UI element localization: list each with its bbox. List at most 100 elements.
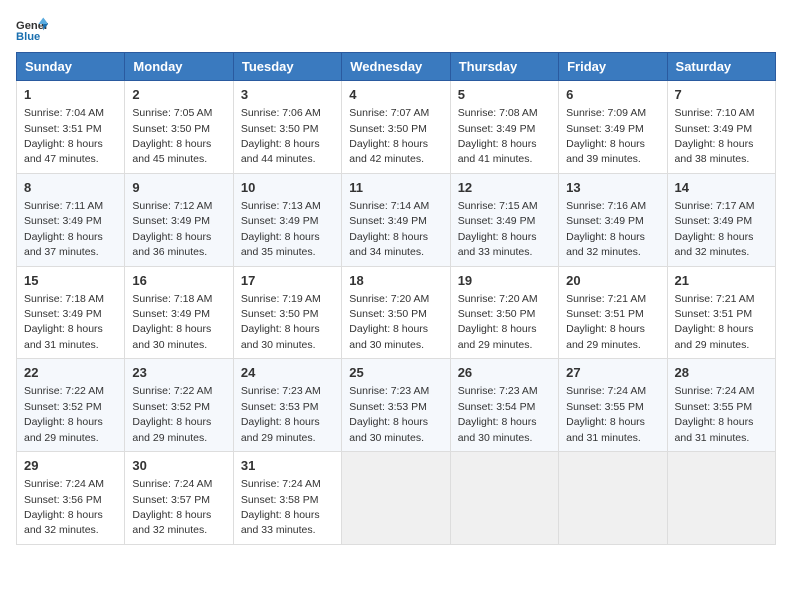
day-number: 19 (458, 272, 551, 290)
calendar-cell: 30 Sunrise: 7:24 AM Sunset: 3:57 PM Dayl… (125, 452, 233, 545)
day-number: 15 (24, 272, 117, 290)
day-info: Sunrise: 7:19 AM Sunset: 3:50 PM Dayligh… (241, 293, 321, 351)
day-number: 31 (241, 457, 334, 475)
calendar-cell: 29 Sunrise: 7:24 AM Sunset: 3:56 PM Dayl… (17, 452, 125, 545)
day-number: 18 (349, 272, 442, 290)
calendar-cell: 23 Sunrise: 7:22 AM Sunset: 3:52 PM Dayl… (125, 359, 233, 452)
calendar-cell: 26 Sunrise: 7:23 AM Sunset: 3:54 PM Dayl… (450, 359, 558, 452)
calendar-cell (450, 452, 558, 545)
calendar-cell: 31 Sunrise: 7:24 AM Sunset: 3:58 PM Dayl… (233, 452, 341, 545)
day-info: Sunrise: 7:05 AM Sunset: 3:50 PM Dayligh… (132, 107, 212, 165)
calendar-cell: 9 Sunrise: 7:12 AM Sunset: 3:49 PM Dayli… (125, 173, 233, 266)
day-info: Sunrise: 7:23 AM Sunset: 3:54 PM Dayligh… (458, 385, 538, 443)
day-info: Sunrise: 7:04 AM Sunset: 3:51 PM Dayligh… (24, 107, 104, 165)
day-number: 16 (132, 272, 225, 290)
day-info: Sunrise: 7:20 AM Sunset: 3:50 PM Dayligh… (349, 293, 429, 351)
svg-text:Blue: Blue (16, 31, 40, 43)
day-number: 7 (675, 86, 768, 104)
calendar-cell: 18 Sunrise: 7:20 AM Sunset: 3:50 PM Dayl… (342, 266, 450, 359)
calendar-header-sunday: Sunday (17, 53, 125, 81)
calendar-cell: 14 Sunrise: 7:17 AM Sunset: 3:49 PM Dayl… (667, 173, 775, 266)
day-number: 8 (24, 179, 117, 197)
logo: General Blue (16, 16, 48, 44)
day-number: 29 (24, 457, 117, 475)
calendar-week-row: 22 Sunrise: 7:22 AM Sunset: 3:52 PM Dayl… (17, 359, 776, 452)
day-info: Sunrise: 7:14 AM Sunset: 3:49 PM Dayligh… (349, 200, 429, 258)
day-info: Sunrise: 7:17 AM Sunset: 3:49 PM Dayligh… (675, 200, 755, 258)
day-info: Sunrise: 7:24 AM Sunset: 3:58 PM Dayligh… (241, 478, 321, 536)
day-number: 13 (566, 179, 659, 197)
day-number: 3 (241, 86, 334, 104)
day-number: 2 (132, 86, 225, 104)
calendar-table: SundayMondayTuesdayWednesdayThursdayFrid… (16, 52, 776, 545)
day-info: Sunrise: 7:06 AM Sunset: 3:50 PM Dayligh… (241, 107, 321, 165)
day-info: Sunrise: 7:23 AM Sunset: 3:53 PM Dayligh… (349, 385, 429, 443)
calendar-cell: 27 Sunrise: 7:24 AM Sunset: 3:55 PM Dayl… (559, 359, 667, 452)
day-info: Sunrise: 7:18 AM Sunset: 3:49 PM Dayligh… (24, 293, 104, 351)
logo-icon: General Blue (16, 16, 48, 44)
day-info: Sunrise: 7:18 AM Sunset: 3:49 PM Dayligh… (132, 293, 212, 351)
day-info: Sunrise: 7:21 AM Sunset: 3:51 PM Dayligh… (675, 293, 755, 351)
calendar-cell: 8 Sunrise: 7:11 AM Sunset: 3:49 PM Dayli… (17, 173, 125, 266)
day-number: 1 (24, 86, 117, 104)
day-number: 26 (458, 364, 551, 382)
day-info: Sunrise: 7:23 AM Sunset: 3:53 PM Dayligh… (241, 385, 321, 443)
calendar-cell: 13 Sunrise: 7:16 AM Sunset: 3:49 PM Dayl… (559, 173, 667, 266)
day-number: 14 (675, 179, 768, 197)
calendar-cell (667, 452, 775, 545)
calendar-cell: 20 Sunrise: 7:21 AM Sunset: 3:51 PM Dayl… (559, 266, 667, 359)
calendar-cell: 7 Sunrise: 7:10 AM Sunset: 3:49 PM Dayli… (667, 81, 775, 174)
day-info: Sunrise: 7:20 AM Sunset: 3:50 PM Dayligh… (458, 293, 538, 351)
day-number: 5 (458, 86, 551, 104)
calendar-cell: 10 Sunrise: 7:13 AM Sunset: 3:49 PM Dayl… (233, 173, 341, 266)
calendar-cell: 16 Sunrise: 7:18 AM Sunset: 3:49 PM Dayl… (125, 266, 233, 359)
calendar-week-row: 29 Sunrise: 7:24 AM Sunset: 3:56 PM Dayl… (17, 452, 776, 545)
calendar-body: 1 Sunrise: 7:04 AM Sunset: 3:51 PM Dayli… (17, 81, 776, 545)
calendar-cell: 4 Sunrise: 7:07 AM Sunset: 3:50 PM Dayli… (342, 81, 450, 174)
calendar-cell: 5 Sunrise: 7:08 AM Sunset: 3:49 PM Dayli… (450, 81, 558, 174)
day-info: Sunrise: 7:21 AM Sunset: 3:51 PM Dayligh… (566, 293, 646, 351)
page-header: General Blue (16, 16, 776, 44)
day-info: Sunrise: 7:24 AM Sunset: 3:56 PM Dayligh… (24, 478, 104, 536)
day-info: Sunrise: 7:24 AM Sunset: 3:57 PM Dayligh… (132, 478, 212, 536)
day-info: Sunrise: 7:09 AM Sunset: 3:49 PM Dayligh… (566, 107, 646, 165)
day-number: 17 (241, 272, 334, 290)
day-number: 4 (349, 86, 442, 104)
calendar-cell: 24 Sunrise: 7:23 AM Sunset: 3:53 PM Dayl… (233, 359, 341, 452)
day-info: Sunrise: 7:13 AM Sunset: 3:49 PM Dayligh… (241, 200, 321, 258)
calendar-cell: 22 Sunrise: 7:22 AM Sunset: 3:52 PM Dayl… (17, 359, 125, 452)
day-info: Sunrise: 7:22 AM Sunset: 3:52 PM Dayligh… (24, 385, 104, 443)
calendar-cell: 19 Sunrise: 7:20 AM Sunset: 3:50 PM Dayl… (450, 266, 558, 359)
day-number: 27 (566, 364, 659, 382)
calendar-cell: 28 Sunrise: 7:24 AM Sunset: 3:55 PM Dayl… (667, 359, 775, 452)
day-number: 11 (349, 179, 442, 197)
day-info: Sunrise: 7:15 AM Sunset: 3:49 PM Dayligh… (458, 200, 538, 258)
day-number: 30 (132, 457, 225, 475)
day-number: 25 (349, 364, 442, 382)
calendar-week-row: 1 Sunrise: 7:04 AM Sunset: 3:51 PM Dayli… (17, 81, 776, 174)
calendar-cell: 15 Sunrise: 7:18 AM Sunset: 3:49 PM Dayl… (17, 266, 125, 359)
calendar-cell: 3 Sunrise: 7:06 AM Sunset: 3:50 PM Dayli… (233, 81, 341, 174)
day-info: Sunrise: 7:24 AM Sunset: 3:55 PM Dayligh… (566, 385, 646, 443)
day-number: 6 (566, 86, 659, 104)
day-number: 24 (241, 364, 334, 382)
calendar-week-row: 8 Sunrise: 7:11 AM Sunset: 3:49 PM Dayli… (17, 173, 776, 266)
day-number: 20 (566, 272, 659, 290)
calendar-cell (559, 452, 667, 545)
calendar-header-tuesday: Tuesday (233, 53, 341, 81)
day-number: 22 (24, 364, 117, 382)
day-info: Sunrise: 7:24 AM Sunset: 3:55 PM Dayligh… (675, 385, 755, 443)
day-info: Sunrise: 7:08 AM Sunset: 3:49 PM Dayligh… (458, 107, 538, 165)
calendar-cell (342, 452, 450, 545)
calendar-cell: 21 Sunrise: 7:21 AM Sunset: 3:51 PM Dayl… (667, 266, 775, 359)
day-number: 28 (675, 364, 768, 382)
calendar-cell: 1 Sunrise: 7:04 AM Sunset: 3:51 PM Dayli… (17, 81, 125, 174)
calendar-cell: 12 Sunrise: 7:15 AM Sunset: 3:49 PM Dayl… (450, 173, 558, 266)
day-info: Sunrise: 7:12 AM Sunset: 3:49 PM Dayligh… (132, 200, 212, 258)
day-info: Sunrise: 7:10 AM Sunset: 3:49 PM Dayligh… (675, 107, 755, 165)
day-info: Sunrise: 7:22 AM Sunset: 3:52 PM Dayligh… (132, 385, 212, 443)
day-info: Sunrise: 7:11 AM Sunset: 3:49 PM Dayligh… (24, 200, 103, 258)
day-info: Sunrise: 7:16 AM Sunset: 3:49 PM Dayligh… (566, 200, 646, 258)
calendar-cell: 6 Sunrise: 7:09 AM Sunset: 3:49 PM Dayli… (559, 81, 667, 174)
calendar-cell: 17 Sunrise: 7:19 AM Sunset: 3:50 PM Dayl… (233, 266, 341, 359)
